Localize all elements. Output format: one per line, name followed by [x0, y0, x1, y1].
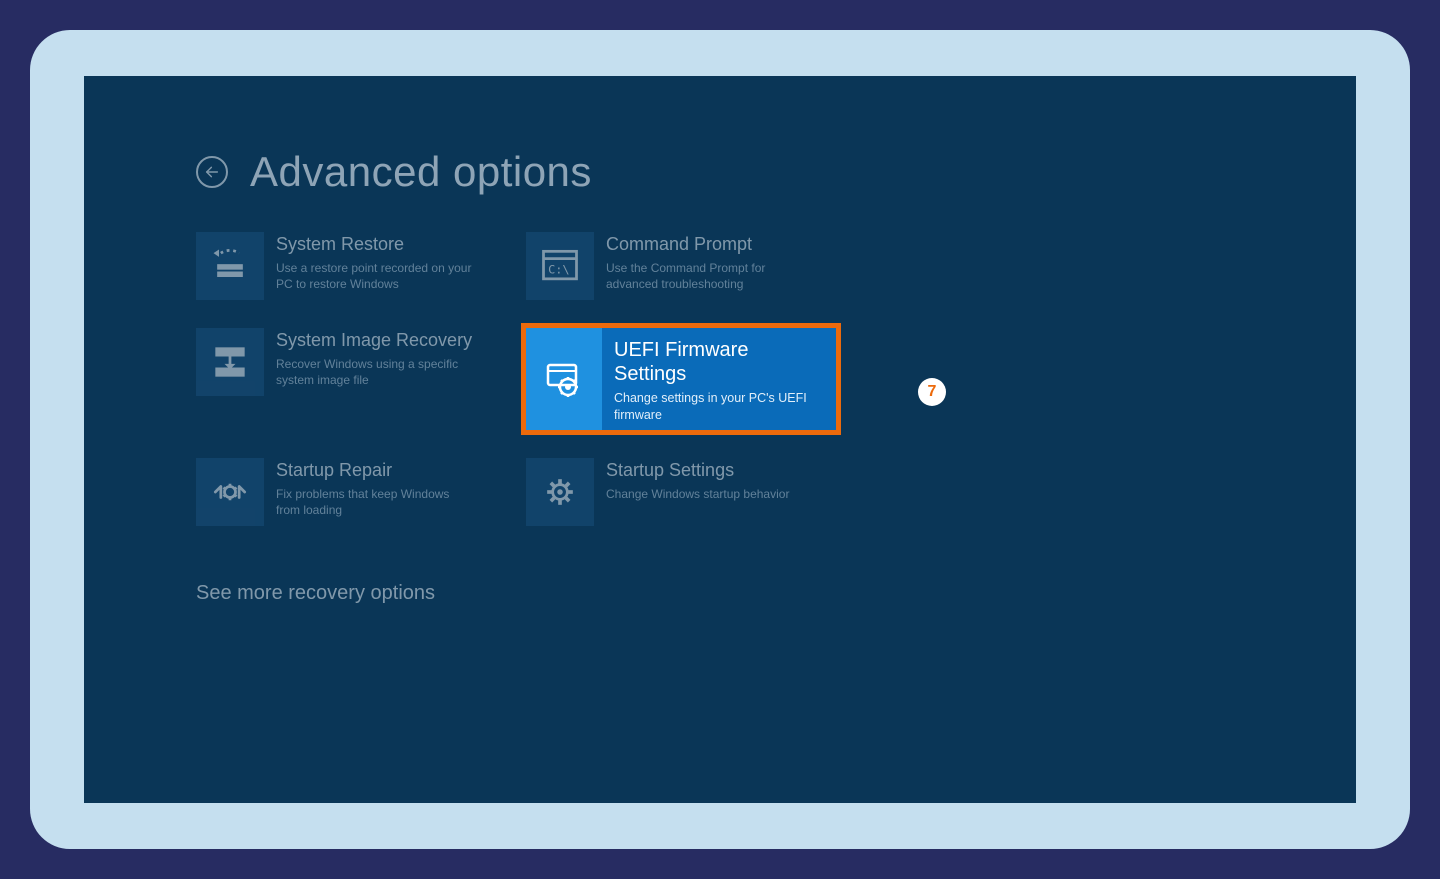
image-recovery-icon	[196, 328, 264, 396]
restore-icon	[196, 232, 264, 300]
tile-title: Startup Repair	[276, 460, 474, 482]
tile-text: Startup Repair Fix problems that keep Wi…	[264, 458, 474, 518]
recovery-screen: Advanced options System Restore	[84, 76, 1356, 803]
tile-desc: Recover Windows using a specific system …	[276, 356, 474, 388]
tile-system-image-recovery[interactable]: System Image Recovery Recover Windows us…	[196, 328, 496, 430]
page-title: Advanced options	[250, 148, 592, 196]
page-header: Advanced options	[196, 148, 846, 196]
arrow-left-icon	[204, 164, 220, 180]
more-recovery-options-link[interactable]: See more recovery options	[196, 582, 846, 605]
uefi-icon	[526, 328, 602, 430]
back-button[interactable]	[196, 156, 228, 188]
tile-title: System Image Recovery	[276, 330, 474, 352]
tile-desc: Use the Command Prompt for advanced trou…	[606, 260, 804, 292]
tile-system-restore[interactable]: System Restore Use a restore point recor…	[196, 232, 496, 300]
tile-text: Startup Settings Change Windows startup …	[594, 458, 789, 502]
tile-text: System Image Recovery Recover Windows us…	[264, 328, 474, 388]
tile-text: System Restore Use a restore point recor…	[264, 232, 474, 292]
tile-title: System Restore	[276, 234, 474, 256]
tile-text: Command Prompt Use the Command Prompt fo…	[594, 232, 804, 292]
tile-desc: Fix problems that keep Windows from load…	[276, 486, 474, 518]
gear-icon	[526, 458, 594, 526]
tile-title: Command Prompt	[606, 234, 804, 256]
tile-title: UEFI Firmware Settings	[614, 338, 810, 386]
annotation-badge: 7	[918, 378, 946, 406]
outer-frame: Advanced options System Restore	[30, 30, 1410, 849]
command-prompt-icon: C:\	[526, 232, 594, 300]
tile-desc: Use a restore point recorded on your PC …	[276, 260, 474, 292]
options-grid: System Restore Use a restore point recor…	[196, 232, 846, 526]
tile-uefi-firmware-settings[interactable]: UEFI Firmware Settings Change settings i…	[521, 323, 841, 435]
content-area: Advanced options System Restore	[196, 148, 846, 605]
tile-title: Startup Settings	[606, 460, 789, 482]
tile-desc: Change settings in your PC's UEFI firmwa…	[614, 390, 810, 424]
tile-text: UEFI Firmware Settings Change settings i…	[602, 328, 822, 424]
tile-desc: Change Windows startup behavior	[606, 486, 789, 502]
svg-text:C:\: C:\	[548, 262, 570, 276]
tile-startup-settings[interactable]: Startup Settings Change Windows startup …	[526, 458, 846, 526]
startup-repair-icon	[196, 458, 264, 526]
tile-startup-repair[interactable]: Startup Repair Fix problems that keep Wi…	[196, 458, 496, 526]
tile-command-prompt[interactable]: C:\ Command Prompt Use the Command Promp…	[526, 232, 846, 300]
